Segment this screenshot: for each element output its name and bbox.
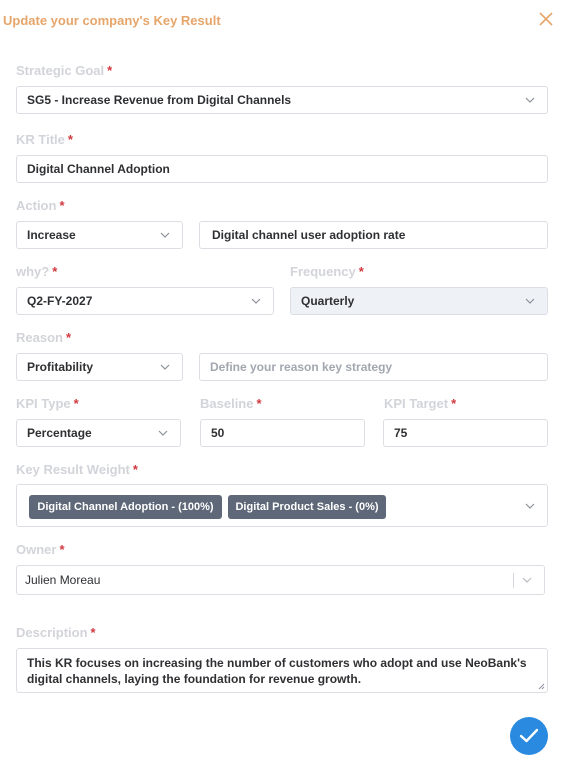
modal-title: Update your company's Key Result (3, 13, 221, 28)
action-select[interactable]: Increase (16, 221, 183, 249)
frequency-value: Quarterly (301, 294, 355, 308)
owner-value: Julien Moreau (25, 573, 101, 587)
strategic-goal-value: SG5 - Increase Revenue from Digital Chan… (27, 93, 292, 107)
reason-select-value: Profitability (27, 360, 94, 374)
chevron-down-icon (525, 97, 535, 103)
chevron-down-icon (251, 298, 261, 304)
key-result-weight-multiselect[interactable]: Digital Channel Adoption - (100%) Digita… (16, 484, 548, 527)
frequency-label: Frequency * (290, 264, 364, 279)
chevron-down-icon (525, 503, 535, 509)
description-label: Description * (16, 625, 96, 640)
kpi-target-label: KPI Target * (384, 396, 457, 411)
kr-title-label: KR Title * (16, 132, 73, 147)
chevron-down-icon (160, 232, 170, 238)
owner-select[interactable]: Julien Moreau (16, 565, 545, 595)
why-value: Q2-FY-2027 (27, 294, 93, 308)
action-label: Action * (16, 198, 65, 213)
kpi-target-input[interactable]: 75 (383, 419, 548, 447)
weight-chip-digital-channel-adoption[interactable]: Digital Channel Adoption - (100%) (29, 495, 222, 519)
close-icon[interactable] (539, 12, 553, 26)
baseline-label: Baseline * (200, 396, 262, 411)
chevron-down-icon (158, 430, 168, 436)
kr-title-value: Digital Channel Adoption (27, 162, 170, 176)
description-textarea[interactable]: This KR focuses on increasing the number… (16, 648, 548, 693)
kpi-type-select[interactable]: Percentage (16, 419, 181, 447)
kpi-type-value: Percentage (27, 426, 92, 440)
chevron-down-icon (525, 298, 535, 304)
check-icon (519, 728, 539, 743)
why-select[interactable]: Q2-FY-2027 (16, 287, 274, 315)
kpi-type-label: KPI Type * (16, 396, 79, 411)
chevron-down-icon (522, 577, 532, 583)
reason-strategy-input[interactable]: Define your reason key strategy (199, 353, 548, 381)
submit-button[interactable] (510, 717, 548, 755)
select-divider (513, 573, 514, 588)
frequency-select[interactable]: Quarterly (290, 287, 548, 315)
action-text-input[interactable]: Digital channel user adoption rate (199, 221, 548, 249)
kpi-target-value: 75 (394, 426, 408, 440)
reason-select[interactable]: Profitability (16, 353, 183, 381)
owner-label: Owner * (16, 542, 65, 557)
key-result-weight-label: Key Result Weight * (16, 462, 138, 477)
why-label: why? * (16, 264, 58, 279)
reason-label: Reason * (16, 330, 72, 345)
baseline-input[interactable]: 50 (200, 419, 365, 447)
strategic-goal-select[interactable]: SG5 - Increase Revenue from Digital Chan… (16, 86, 548, 114)
description-value: This KR focuses on increasing the number… (27, 656, 527, 686)
weight-chip-digital-product-sales[interactable]: Digital Product Sales - (0%) (228, 495, 386, 519)
strategic-goal-label: Strategic Goal * (16, 63, 113, 78)
resize-grip-icon[interactable] (538, 683, 545, 690)
chevron-down-icon (160, 364, 170, 370)
action-select-value: Increase (27, 228, 76, 242)
kr-title-input[interactable]: Digital Channel Adoption (16, 155, 548, 183)
action-text-value: Digital channel user adoption rate (212, 228, 406, 242)
baseline-value: 50 (211, 426, 225, 440)
reason-strategy-placeholder: Define your reason key strategy (210, 360, 393, 374)
